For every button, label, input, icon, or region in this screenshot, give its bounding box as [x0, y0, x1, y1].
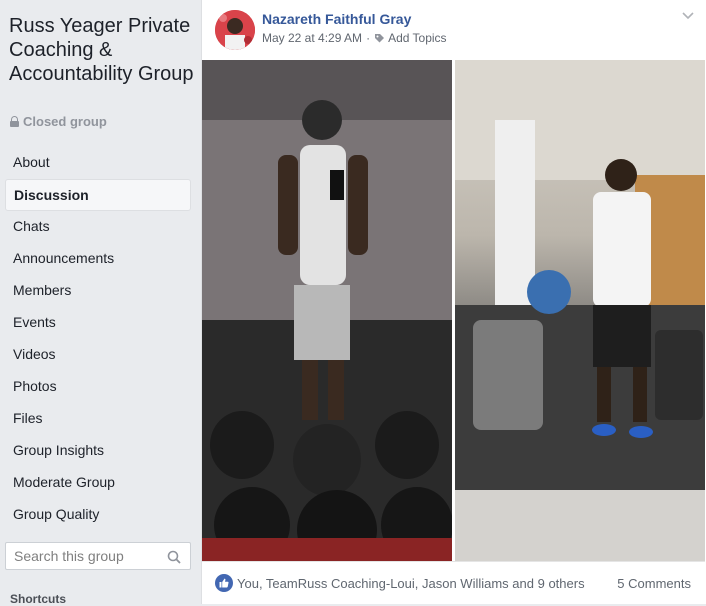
group-privacy: Closed group	[10, 114, 107, 129]
group-privacy-label: Closed group	[23, 114, 107, 129]
group-sidebar: Russ Yeager Private Coaching & Accountab…	[0, 0, 201, 606]
nav-item-about[interactable]: About	[5, 147, 191, 179]
nav-item-events[interactable]: Events	[5, 307, 191, 339]
reaction-names[interactable]: You, TeamRuss Coaching-Loui, Jason Willi…	[237, 576, 585, 591]
group-nav: About Discussion Chats Announcements Mem…	[5, 147, 191, 531]
post-photos	[202, 60, 705, 561]
meta-separator: ·	[366, 31, 371, 45]
like-icon	[215, 574, 233, 592]
add-topics-link[interactable]: Add Topics	[388, 31, 446, 45]
group-post: Nazareth Faithful Gray May 22 at 4:29 AM…	[201, 0, 706, 604]
nav-item-announcements[interactable]: Announcements	[5, 243, 191, 275]
nav-item-photos[interactable]: Photos	[5, 371, 191, 403]
gym-photo-mirror	[455, 60, 705, 561]
author-avatar[interactable]	[215, 10, 255, 50]
nav-item-group-quality[interactable]: Group Quality	[5, 499, 191, 531]
post-photo-2[interactable]	[455, 60, 705, 561]
gym-photo-dumbbells	[202, 60, 452, 561]
nav-item-members[interactable]: Members	[5, 275, 191, 307]
avatar-image	[215, 10, 255, 50]
chevron-down-icon[interactable]	[682, 12, 694, 20]
post-reactions: You, TeamRuss Coaching-Loui, Jason Willi…	[202, 561, 705, 604]
group-title[interactable]: Russ Yeager Private Coaching & Accountab…	[9, 14, 199, 86]
lock-icon	[10, 116, 19, 127]
post-photo-1[interactable]	[202, 60, 452, 561]
post-author[interactable]: Nazareth Faithful Gray	[262, 11, 411, 27]
tag-icon	[375, 33, 385, 42]
nav-item-discussion[interactable]: Discussion	[5, 179, 191, 211]
post-meta: May 22 at 4:29 AM · Add Topics	[262, 31, 447, 45]
nav-item-files[interactable]: Files	[5, 403, 191, 435]
search-input[interactable]	[14, 544, 164, 568]
post-timestamp[interactable]: May 22 at 4:29 AM	[262, 31, 362, 45]
comments-count[interactable]: 5 Comments	[617, 576, 691, 591]
group-search	[5, 542, 191, 570]
search-icon[interactable]	[167, 550, 181, 564]
nav-item-group-insights[interactable]: Group Insights	[5, 435, 191, 467]
nav-item-chats[interactable]: Chats	[5, 211, 191, 243]
nav-item-videos[interactable]: Videos	[5, 339, 191, 371]
nav-item-moderate-group[interactable]: Moderate Group	[5, 467, 191, 499]
